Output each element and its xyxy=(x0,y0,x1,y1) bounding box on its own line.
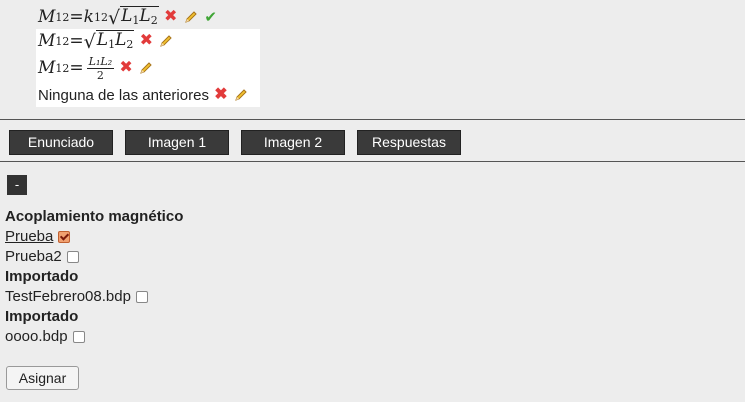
answer-option-4: Ninguna de las anteriores ✖ xyxy=(36,83,260,107)
answer-list: M 12 = k 12 √ L1L2 ✖ ✔ M 12 = √ L1L2 ✖ M 12 = … xyxy=(36,5,260,107)
topic-heading: Acoplamiento magnético xyxy=(5,208,184,225)
tab-enunciado[interactable]: Enunciado xyxy=(9,130,113,155)
checkbox[interactable] xyxy=(135,291,148,303)
pencil-icon[interactable] xyxy=(138,60,154,76)
list-item: oooo.bdp xyxy=(5,327,183,347)
formula: M 12 = k 12 √ L1L2 xyxy=(38,6,159,29)
answer-option-3: M 12 = L₁L₂ 2 ✖ xyxy=(36,53,260,83)
tab-imagen-2[interactable]: Imagen 2 xyxy=(241,130,345,155)
divider xyxy=(0,161,745,162)
group-heading: Importado xyxy=(5,308,79,325)
list-item: Prueba xyxy=(5,227,183,247)
square-root: √ L1L2 xyxy=(83,30,135,53)
pencil-icon[interactable] xyxy=(233,87,249,103)
tab-bar: Enunciado Imagen 1 Imagen 2 Respuestas xyxy=(9,130,461,155)
list-item: Prueba2 xyxy=(5,247,183,267)
checkbox[interactable] xyxy=(58,231,71,243)
fraction: L₁L₂ 2 xyxy=(86,54,115,82)
list-item-label: Prueba2 xyxy=(5,248,62,265)
assign-button[interactable]: Asignar xyxy=(6,366,79,390)
formula: M 12 = √ L1L2 xyxy=(38,30,135,53)
square-root: √ L1L2 xyxy=(107,6,159,29)
list-item-label: oooo.bdp xyxy=(5,328,68,345)
delete-icon[interactable]: ✖ xyxy=(118,60,134,76)
group-heading: Importado xyxy=(5,268,79,285)
checkbox[interactable] xyxy=(66,251,79,263)
delete-icon[interactable]: ✖ xyxy=(138,33,154,49)
answer-option-1: M 12 = k 12 √ L1L2 ✖ ✔ xyxy=(36,5,260,29)
tab-respuestas[interactable]: Respuestas xyxy=(357,130,461,155)
list-item: TestFebrero08.bdp xyxy=(5,287,183,307)
checkbox[interactable] xyxy=(72,331,85,343)
divider xyxy=(0,119,745,120)
list-item-label[interactable]: Prueba xyxy=(5,227,53,247)
delete-icon[interactable]: ✖ xyxy=(213,87,229,103)
pencil-icon[interactable] xyxy=(158,33,174,49)
delete-icon[interactable]: ✖ xyxy=(163,9,179,25)
list-item-label: TestFebrero08.bdp xyxy=(5,288,131,305)
answer-text: Ninguna de las anteriores xyxy=(38,86,209,104)
category-tree: Acoplamiento magnético Prueba Prueba2 Im… xyxy=(5,207,183,347)
correct-check-icon: ✔ xyxy=(204,8,217,26)
answer-option-2: M 12 = √ L1L2 ✖ xyxy=(36,29,260,53)
collapse-button[interactable]: - xyxy=(7,175,27,195)
tab-imagen-1[interactable]: Imagen 1 xyxy=(125,130,229,155)
pencil-icon[interactable] xyxy=(183,9,199,25)
formula: M 12 = L₁L₂ 2 xyxy=(38,54,115,82)
